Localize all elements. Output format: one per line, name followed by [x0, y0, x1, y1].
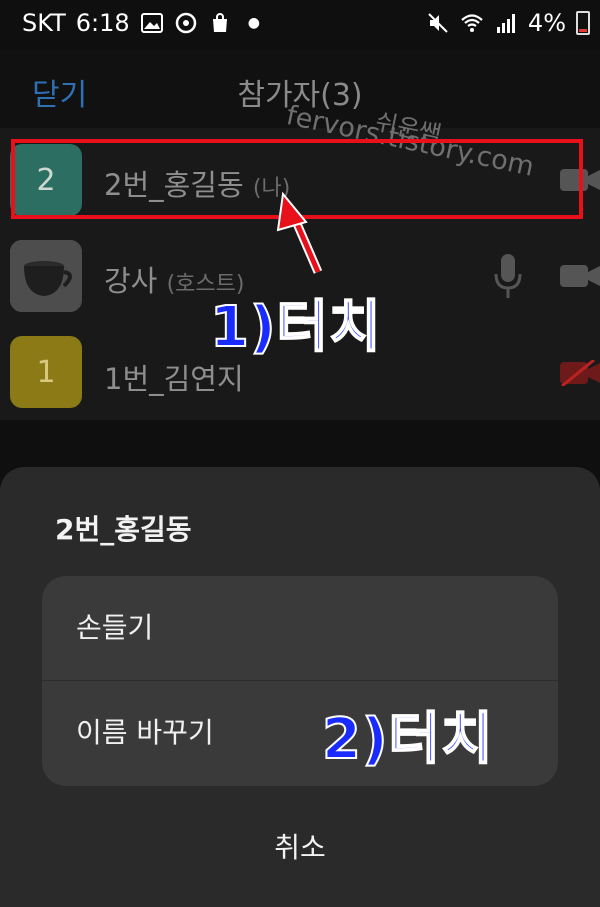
- cancel-button[interactable]: 취소: [0, 826, 600, 866]
- status-right: 4%: [426, 9, 590, 37]
- avatar: [10, 240, 82, 312]
- participant-name-text: 1번_김연지: [104, 362, 244, 396]
- camera-icon[interactable]: [560, 263, 600, 289]
- sync-icon: [175, 12, 196, 34]
- gallery-icon: [140, 13, 163, 33]
- camera-off-icon[interactable]: [560, 360, 600, 386]
- highlight-box: [11, 139, 583, 219]
- participant-name-text: 강사: [104, 264, 158, 298]
- microphone-icon[interactable]: [494, 254, 522, 298]
- battery-percent: 4%: [527, 9, 566, 37]
- mute-icon: [428, 13, 448, 33]
- clock: 6:18: [75, 9, 130, 37]
- avatar: 1: [10, 336, 82, 408]
- mug-photo-icon: [10, 240, 82, 312]
- avatar-initial: 1: [36, 354, 56, 390]
- carrier-label: SKT: [22, 9, 66, 37]
- sheet-title: 2번_홍길동: [55, 513, 192, 546]
- signal-icon: [496, 14, 515, 33]
- status-left: SKT 6:18 ●: [22, 9, 260, 37]
- raise-hand-option[interactable]: 손들기: [42, 576, 558, 680]
- status-bar: SKT 6:18 ● 4%: [0, 0, 600, 50]
- dot-icon: ●: [247, 15, 260, 31]
- wifi-icon: [461, 14, 483, 32]
- shopping-bag-icon: [212, 13, 227, 32]
- annotation-step1: 1)터치: [209, 294, 382, 361]
- battery-icon: [576, 11, 590, 35]
- annotation-step2: 2)터치: [321, 706, 494, 773]
